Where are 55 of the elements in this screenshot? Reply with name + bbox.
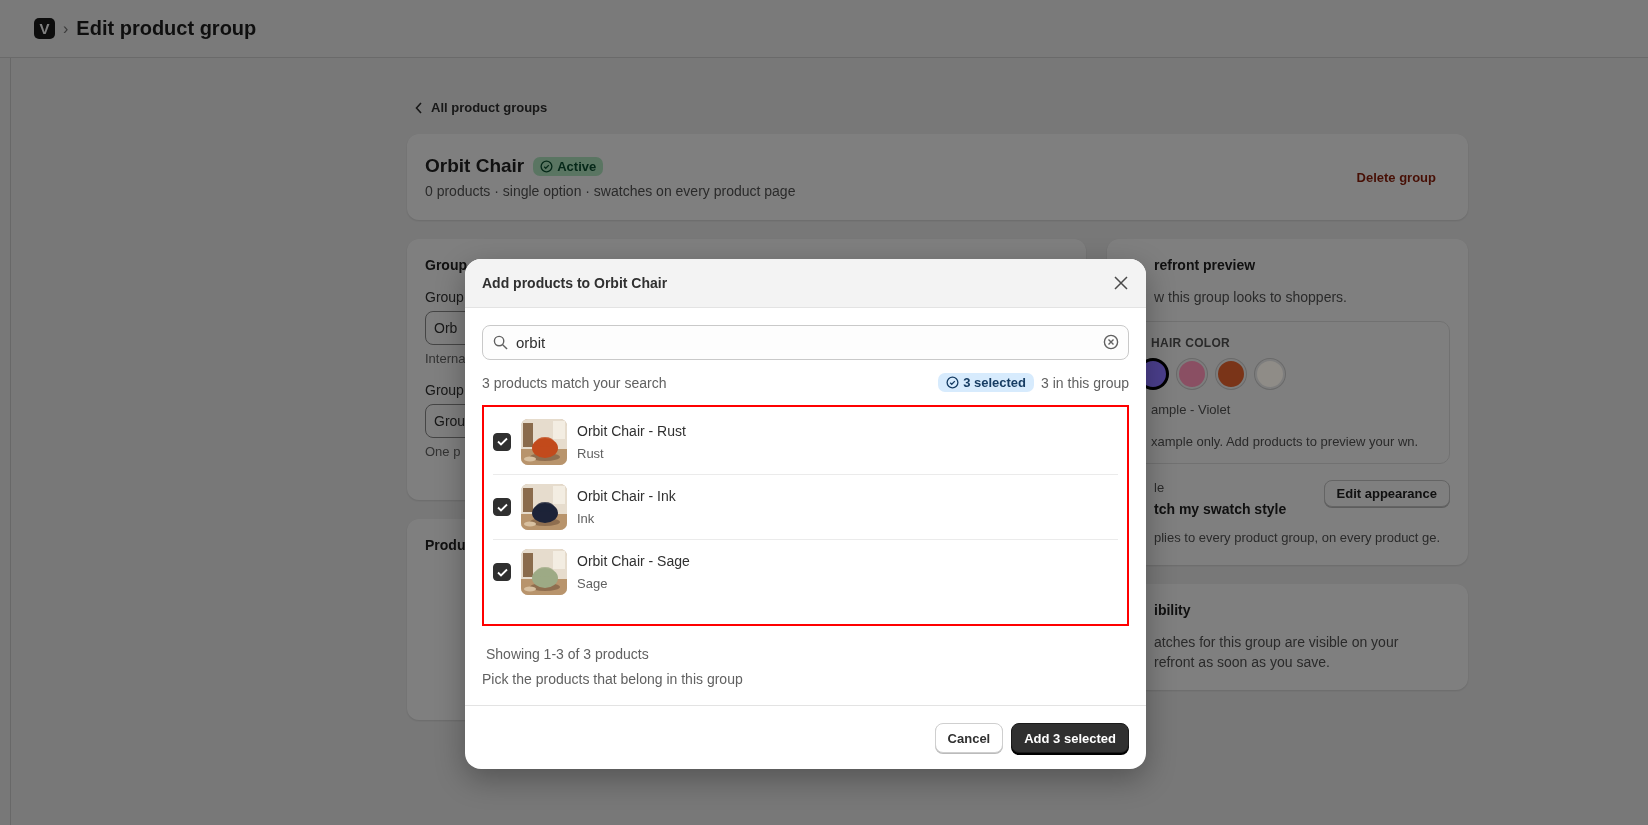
product-variant: Ink: [577, 511, 596, 526]
color-swatch[interactable]: [1216, 359, 1246, 389]
check-icon: [496, 437, 508, 446]
check-circle-icon: [540, 159, 554, 173]
visibility-note: atches for this group are visible on your refront as soon as you save.: [1154, 633, 1400, 672]
group-count: 3 in this group: [1041, 374, 1129, 391]
example-note: xample only. Add products to preview your wn.: [1151, 433, 1420, 451]
product-name: Orbit Chair - Sage: [577, 553, 690, 569]
close-icon[interactable]: [1112, 274, 1130, 292]
card-heading: ibility: [1154, 602, 1191, 618]
check-icon: [496, 567, 508, 577]
field-hint: One p: [425, 444, 461, 459]
selected-badge: 3 selected: [938, 373, 1035, 392]
product-name: Orbit Chair - Ink: [577, 488, 676, 504]
checkbox[interactable]: [493, 563, 511, 581]
color-swatch[interactable]: [1255, 359, 1285, 389]
field-label: Group: [425, 289, 464, 305]
cancel-button[interactable]: Cancel: [934, 723, 1004, 753]
match-count: 3 products match your search: [482, 374, 667, 391]
delete-group-link[interactable]: Delete group: [1356, 169, 1436, 185]
group-title: Orbit Chair: [425, 155, 525, 177]
card-description: w this group looks to shoppers.: [1154, 288, 1348, 307]
card-heading: Produ: [425, 537, 466, 553]
style-value: tch my swatch style: [1154, 501, 1287, 517]
product-variant: Sage: [577, 576, 609, 591]
dialog-hint: Pick the products that belong in this group: [482, 671, 744, 687]
add-selected-button[interactable]: Add 3 selected: [1011, 723, 1129, 753]
checkbox[interactable]: [493, 498, 511, 516]
checkbox[interactable]: [493, 432, 511, 451]
check-icon: [496, 502, 508, 512]
option-label: HAIR COLOR: [1151, 336, 1231, 350]
app-logo[interactable]: V: [34, 18, 55, 39]
style-note: plies to every product group, on every product ge.: [1154, 529, 1442, 547]
breadcrumb-separator: ›: [63, 19, 69, 38]
card-heading: refront preview: [1154, 257, 1256, 273]
group-summary: 0 products · single option · swatches on every product page: [425, 183, 796, 199]
product-variant: Rust: [577, 445, 605, 461]
status-badge: Active: [533, 156, 604, 176]
swatch-caption: ample - Violet: [1151, 401, 1232, 419]
check-circle-icon: [946, 376, 960, 389]
field-label: Group: [425, 382, 464, 398]
page-title: Edit product group: [76, 17, 257, 40]
search-field[interactable]: orbit: [482, 325, 1129, 360]
style-label: le: [1154, 480, 1166, 495]
search-icon: [493, 335, 508, 350]
chevron-left-icon: [415, 101, 423, 114]
color-swatch[interactable]: [1177, 359, 1207, 389]
field-hint: Interna: [425, 351, 466, 366]
product-name: Orbit Chair - Rust: [577, 422, 686, 439]
dialog-title: Add products to Orbit Chair: [482, 275, 668, 291]
card-heading: Group: [425, 257, 467, 273]
showing-count: Showing 1-3 of 3 products: [486, 646, 650, 662]
back-link[interactable]: All product groups: [415, 100, 548, 115]
clear-icon[interactable]: [1103, 334, 1119, 350]
edit-appearance-button[interactable]: Edit appearance: [1323, 480, 1450, 507]
